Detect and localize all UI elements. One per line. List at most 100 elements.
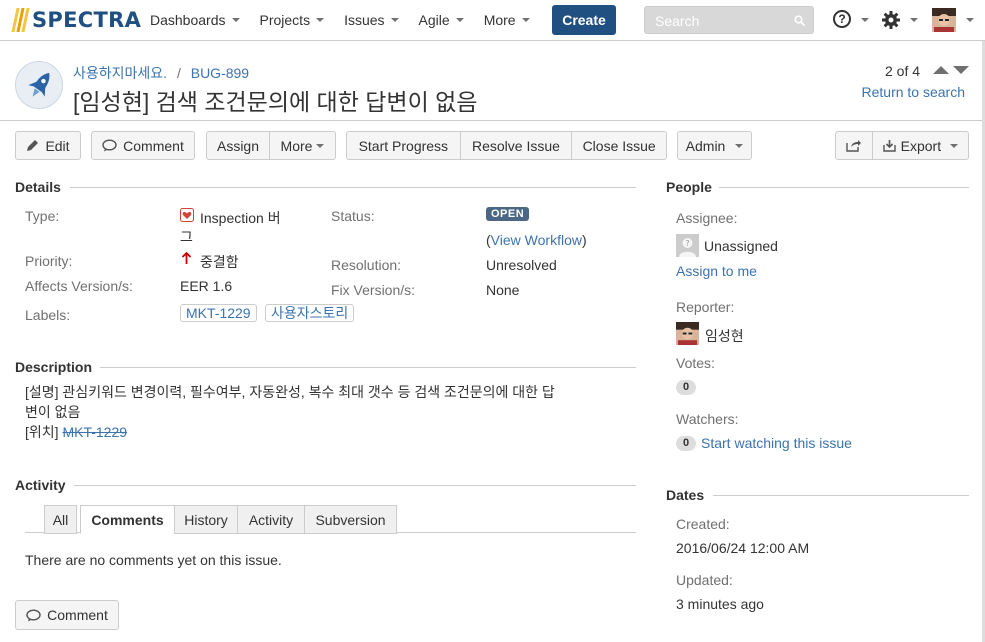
search-input[interactable]: Search	[644, 6, 814, 34]
activity-heading: Activity	[15, 477, 66, 493]
app-logo[interactable]: SPECTRA	[11, 6, 142, 34]
help-icon[interactable]: ?	[833, 10, 851, 28]
priority-up-arrow-icon	[181, 252, 192, 264]
nav-agile[interactable]: Agile	[409, 0, 474, 40]
user-avatar[interactable]	[932, 8, 956, 32]
nav-dashboards[interactable]: Dashboards	[140, 0, 250, 40]
assignee-value: Unassigned	[704, 238, 778, 254]
more-button[interactable]: More	[270, 138, 335, 154]
resolution-value: Unresolved	[486, 257, 557, 273]
description-line: 변이 없음	[25, 404, 81, 420]
start-watching-link[interactable]: Start watching this issue	[701, 435, 852, 451]
previous-issue-icon[interactable]	[933, 66, 949, 74]
export-button-label: Export	[900, 137, 942, 154]
description-line: [설명] 관심키워드 변경이력, 필수여부, 자동완성, 복수 최대 갯수 등 …	[25, 384, 555, 400]
comment-button-label: Comment	[123, 137, 184, 154]
export-button[interactable]: Export	[873, 138, 968, 154]
reporter-label: Reporter:	[676, 299, 735, 315]
search-placeholder: Search	[655, 13, 700, 29]
issue-header: 사용하지마세요. / BUG-899 [임성현] 검색 조건문의에 대한 답변이…	[0, 41, 982, 121]
breadcrumb: 사용하지마세요. / BUG-899	[73, 63, 249, 83]
comment-icon	[26, 608, 41, 621]
chevron-down-icon	[390, 18, 399, 22]
activity-tabs: All Comments History Activity Subversion	[25, 505, 636, 534]
resolve-issue-button[interactable]: Resolve Issue	[461, 138, 572, 154]
tab-history[interactable]: History	[174, 505, 238, 534]
nav-projects[interactable]: Projects	[250, 0, 335, 40]
people-heading: People	[666, 179, 712, 195]
nav-issues[interactable]: Issues	[334, 0, 408, 40]
admin-button[interactable]: Admin	[677, 131, 752, 160]
details-heading: Details	[15, 179, 61, 195]
type-value-line1: Inspection 버	[200, 210, 281, 226]
reporter-avatar[interactable]	[676, 322, 699, 345]
description-body: [설명] 관심키워드 변경이력, 필수여부, 자동완성, 복수 최대 갯수 등 …	[25, 382, 615, 442]
watchers-count-badge[interactable]: 0	[676, 436, 696, 451]
description-heading: Description	[15, 359, 93, 375]
search-icon	[794, 15, 805, 26]
votes-label: Votes:	[676, 355, 715, 371]
create-button[interactable]: Create	[552, 5, 616, 35]
nav-more-label: More	[483, 12, 516, 28]
divider	[719, 187, 969, 188]
assign-to-me-link[interactable]: Assign to me	[676, 263, 757, 279]
type-label: Type:	[25, 208, 60, 224]
label-tag[interactable]: 사용자스토리	[265, 304, 355, 322]
divider	[713, 495, 969, 496]
next-issue-icon[interactable]	[953, 66, 969, 74]
description-location-prefix: [위치]	[25, 424, 63, 440]
unassigned-avatar-icon: ?	[676, 234, 699, 257]
share-button[interactable]	[836, 139, 872, 152]
created-value: 2016/06/24 12:00 AM	[676, 540, 810, 556]
view-workflow-link[interactable]: View Workflow	[491, 232, 582, 248]
reporter-value[interactable]: 임성현	[705, 326, 744, 346]
chevron-down-icon	[735, 143, 744, 148]
rocket-icon	[28, 72, 50, 97]
votes-count-badge[interactable]: 0	[676, 380, 696, 395]
description-issue-link[interactable]: MKT-1229	[62, 424, 127, 440]
breadcrumb-issue-key-link[interactable]: BUG-899	[191, 65, 249, 81]
affects-version-value[interactable]: EER 1.6	[180, 278, 232, 294]
workflow-group: Start Progress Resolve Issue Close Issue	[346, 131, 667, 160]
nav-more[interactable]: More	[474, 0, 540, 40]
share-icon	[846, 140, 862, 152]
return-to-search-link[interactable]: Return to search	[862, 84, 966, 100]
tab-all[interactable]: All	[44, 505, 77, 534]
add-comment-button[interactable]: Comment	[15, 600, 119, 630]
comment-button[interactable]: Comment	[91, 131, 195, 160]
tab-comments[interactable]: Comments	[80, 505, 175, 534]
chevron-down-icon	[910, 18, 918, 22]
app-brand: SPECTRA	[32, 8, 142, 32]
edit-button[interactable]: Edit	[15, 131, 81, 160]
priority-label: Priority:	[25, 253, 73, 269]
no-comments-message: There are no comments yet on this issue.	[25, 552, 282, 568]
edit-button-label: Edit	[45, 137, 70, 154]
type-value-line2: 그	[180, 229, 193, 245]
nav-projects-label: Projects	[259, 12, 311, 28]
labels-label: Labels:	[25, 307, 71, 323]
status-badge: OPEN	[486, 207, 530, 221]
chevron-down-icon	[950, 143, 959, 148]
resolution-label: Resolution:	[331, 257, 402, 273]
tab-activity[interactable]: Activity	[237, 505, 305, 534]
project-avatar[interactable]	[15, 61, 63, 109]
tab-subversion[interactable]: Subversion	[304, 505, 397, 534]
priority-value: 중결함	[200, 254, 239, 270]
breadcrumb-project-link[interactable]: 사용하지마세요.	[73, 65, 167, 81]
assignee-label: Assignee:	[676, 210, 738, 226]
assign-button[interactable]: Assign	[207, 138, 269, 154]
chevron-down-icon	[455, 18, 464, 22]
paren-close: )	[581, 232, 587, 248]
label-tag[interactable]: MKT-1229	[180, 304, 257, 322]
status-label: Status:	[331, 208, 375, 224]
nav-dashboards-label: Dashboards	[150, 12, 226, 28]
updated-value: 3 minutes ago	[676, 596, 764, 612]
description-line: [위치] MKT-1229	[25, 422, 615, 442]
affects-version-label: Affects Version/s:	[25, 278, 133, 294]
chevron-down-icon	[861, 18, 869, 22]
watchers-label: Watchers:	[676, 411, 739, 427]
start-progress-button[interactable]: Start Progress	[347, 138, 460, 154]
close-issue-button[interactable]: Close Issue	[572, 138, 666, 154]
chevron-down-icon	[966, 18, 974, 22]
gear-icon[interactable]	[881, 10, 901, 30]
